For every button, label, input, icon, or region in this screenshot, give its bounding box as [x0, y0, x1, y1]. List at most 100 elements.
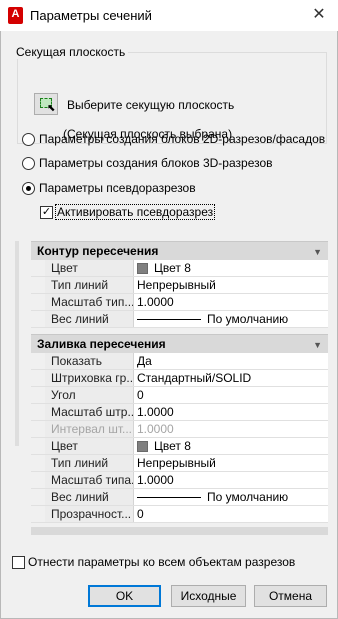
- property-value-text: Непрерывный: [137, 456, 216, 470]
- property-row[interactable]: Вес линий По умолчанию: [31, 311, 328, 328]
- property-name: Масштаб штр...: [45, 404, 134, 420]
- property-row[interactable]: Тип линий Непрерывный: [31, 277, 328, 294]
- property-value[interactable]: Непрерывный: [134, 277, 328, 293]
- property-value-text: Стандартный/SOLID: [137, 371, 252, 385]
- apply-all-checkbox[interactable]: Отнести параметры ко всем объектам разре…: [12, 555, 295, 569]
- row-gutter: [31, 260, 45, 276]
- property-row[interactable]: Вес линий По умолчанию: [31, 489, 328, 506]
- section-header-fill[interactable]: Заливка пересечения ▼: [31, 334, 328, 353]
- cancel-button[interactable]: Отмена: [254, 585, 327, 607]
- radio-3d-blocks[interactable]: Параметры создания блоков 3D-разрезов: [22, 156, 273, 170]
- property-row[interactable]: Тип линий Непрерывный: [31, 455, 328, 472]
- next-section-header-partial: [31, 527, 328, 535]
- property-name: Масштаб тип...: [45, 294, 134, 310]
- row-gutter: [31, 455, 45, 471]
- property-value-text: 1.0000: [137, 295, 174, 309]
- row-gutter: [31, 311, 45, 327]
- property-name: Цвет: [45, 438, 134, 454]
- row-gutter: [31, 472, 45, 488]
- property-row[interactable]: Прозрачност... 0: [31, 506, 328, 523]
- select-plane-label: Выберите секущую плоскость: [67, 98, 235, 112]
- property-value[interactable]: Стандартный/SOLID: [134, 370, 328, 386]
- property-value-text: Цвет 8: [154, 439, 191, 453]
- property-value-text: Непрерывный: [137, 278, 216, 292]
- color-swatch: [137, 440, 148, 452]
- property-row[interactable]: Штриховка гр... Стандартный/SOLID: [31, 370, 328, 387]
- lineweight-preview: [137, 318, 201, 320]
- property-name: Масштаб типа...: [45, 472, 134, 488]
- radio-2d-blocks[interactable]: Параметры создания блоков 2D-разрезов/фа…: [22, 132, 325, 146]
- radio-live-section[interactable]: Параметры псевдоразрезов: [22, 181, 196, 195]
- row-gutter: [31, 353, 45, 369]
- property-value[interactable]: По умолчанию: [134, 311, 328, 327]
- activate-live-section-checkbox[interactable]: ✓ Активировать псевдоразрез: [40, 204, 216, 220]
- cursor-icon: ⬉: [47, 103, 56, 114]
- radio-2d-label: Параметры создания блоков 2D-разрезов/фа…: [39, 132, 326, 146]
- property-row[interactable]: Масштаб типа... 1.0000: [31, 472, 328, 489]
- row-gutter: [31, 421, 45, 437]
- radio-button-selected[interactable]: [22, 181, 35, 195]
- property-value[interactable]: 0: [134, 387, 328, 403]
- property-value[interactable]: 1.0000: [134, 404, 328, 420]
- row-gutter: [31, 404, 45, 420]
- palette-scroll-strip[interactable]: [15, 241, 19, 446]
- section-header-boundary[interactable]: Контур пересечения ▼: [31, 241, 328, 260]
- property-row[interactable]: Цвет Цвет 8: [31, 438, 328, 455]
- property-value-text: 1.0000: [137, 473, 174, 487]
- row-gutter: [31, 277, 45, 293]
- property-name: Показать: [45, 353, 134, 369]
- radio-button[interactable]: [22, 132, 35, 146]
- radio-live-label: Параметры псевдоразрезов: [39, 181, 196, 195]
- row-gutter: [31, 387, 45, 403]
- select-plane-button[interactable]: ⬉: [34, 93, 58, 115]
- property-value-text: 1.0000: [137, 405, 174, 419]
- activate-live-label: Активировать псевдоразрез: [54, 204, 216, 220]
- property-row[interactable]: Цвет Цвет 8: [31, 260, 328, 277]
- property-row[interactable]: Угол 0: [31, 387, 328, 404]
- collapse-icon[interactable]: ▼: [313, 336, 322, 355]
- ok-button[interactable]: OK: [88, 585, 161, 607]
- lineweight-preview: [137, 496, 201, 498]
- property-name: Тип линий: [45, 277, 134, 293]
- row-gutter: [31, 506, 45, 522]
- property-row[interactable]: Интервал шт... 1.0000: [31, 421, 328, 438]
- property-name: Цвет: [45, 260, 134, 276]
- property-value-text: По умолчанию: [207, 490, 289, 504]
- collapse-icon[interactable]: ▼: [313, 243, 322, 262]
- color-swatch: [137, 262, 148, 274]
- window-title: Параметры сечений: [30, 8, 152, 23]
- property-value[interactable]: Цвет 8: [134, 260, 328, 276]
- properties-palette: Контур пересечения ▼ Цвет Цвет 8 Тип линий…: [15, 241, 328, 571]
- property-value-text: 1.0000: [137, 422, 174, 436]
- property-value[interactable]: 1.0000: [134, 421, 328, 437]
- property-value-text: По умолчанию: [207, 312, 289, 326]
- property-name: Вес линий: [45, 311, 134, 327]
- property-value[interactable]: По умолчанию: [134, 489, 328, 505]
- property-name: Тип линий: [45, 455, 134, 471]
- property-name: Прозрачност...: [45, 506, 134, 522]
- property-value[interactable]: Да: [134, 353, 328, 369]
- cutting-plane-legend: Секущая плоскость: [13, 45, 129, 59]
- checkbox-unchecked[interactable]: [12, 555, 25, 569]
- property-row[interactable]: Масштаб тип... 1.0000: [31, 294, 328, 311]
- property-value-text: 0: [137, 388, 144, 402]
- properties-grid: Контур пересечения ▼ Цвет Цвет 8 Тип линий…: [31, 241, 328, 535]
- property-value[interactable]: Цвет 8: [134, 438, 328, 454]
- row-gutter: [31, 294, 45, 310]
- property-name: Интервал шт...: [45, 421, 134, 437]
- property-value[interactable]: 1.0000: [134, 294, 328, 310]
- close-icon[interactable]: ✕: [304, 2, 334, 28]
- property-row[interactable]: Показать Да: [31, 353, 328, 370]
- checkbox-checked[interactable]: ✓: [40, 205, 53, 219]
- property-value[interactable]: 0: [134, 506, 328, 522]
- row-gutter: [31, 489, 45, 505]
- property-value-text: 0: [137, 507, 144, 521]
- reset-button[interactable]: Исходные: [171, 585, 246, 607]
- radio-button[interactable]: [22, 156, 35, 170]
- property-value[interactable]: 1.0000: [134, 472, 328, 488]
- property-value[interactable]: Непрерывный: [134, 455, 328, 471]
- dialog-body: Секущая плоскость ⬉ Выберите секущую пло…: [0, 31, 338, 619]
- radio-3d-label: Параметры создания блоков 3D-разрезов: [39, 156, 273, 170]
- property-row[interactable]: Масштаб штр... 1.0000: [31, 404, 328, 421]
- row-gutter: [31, 438, 45, 454]
